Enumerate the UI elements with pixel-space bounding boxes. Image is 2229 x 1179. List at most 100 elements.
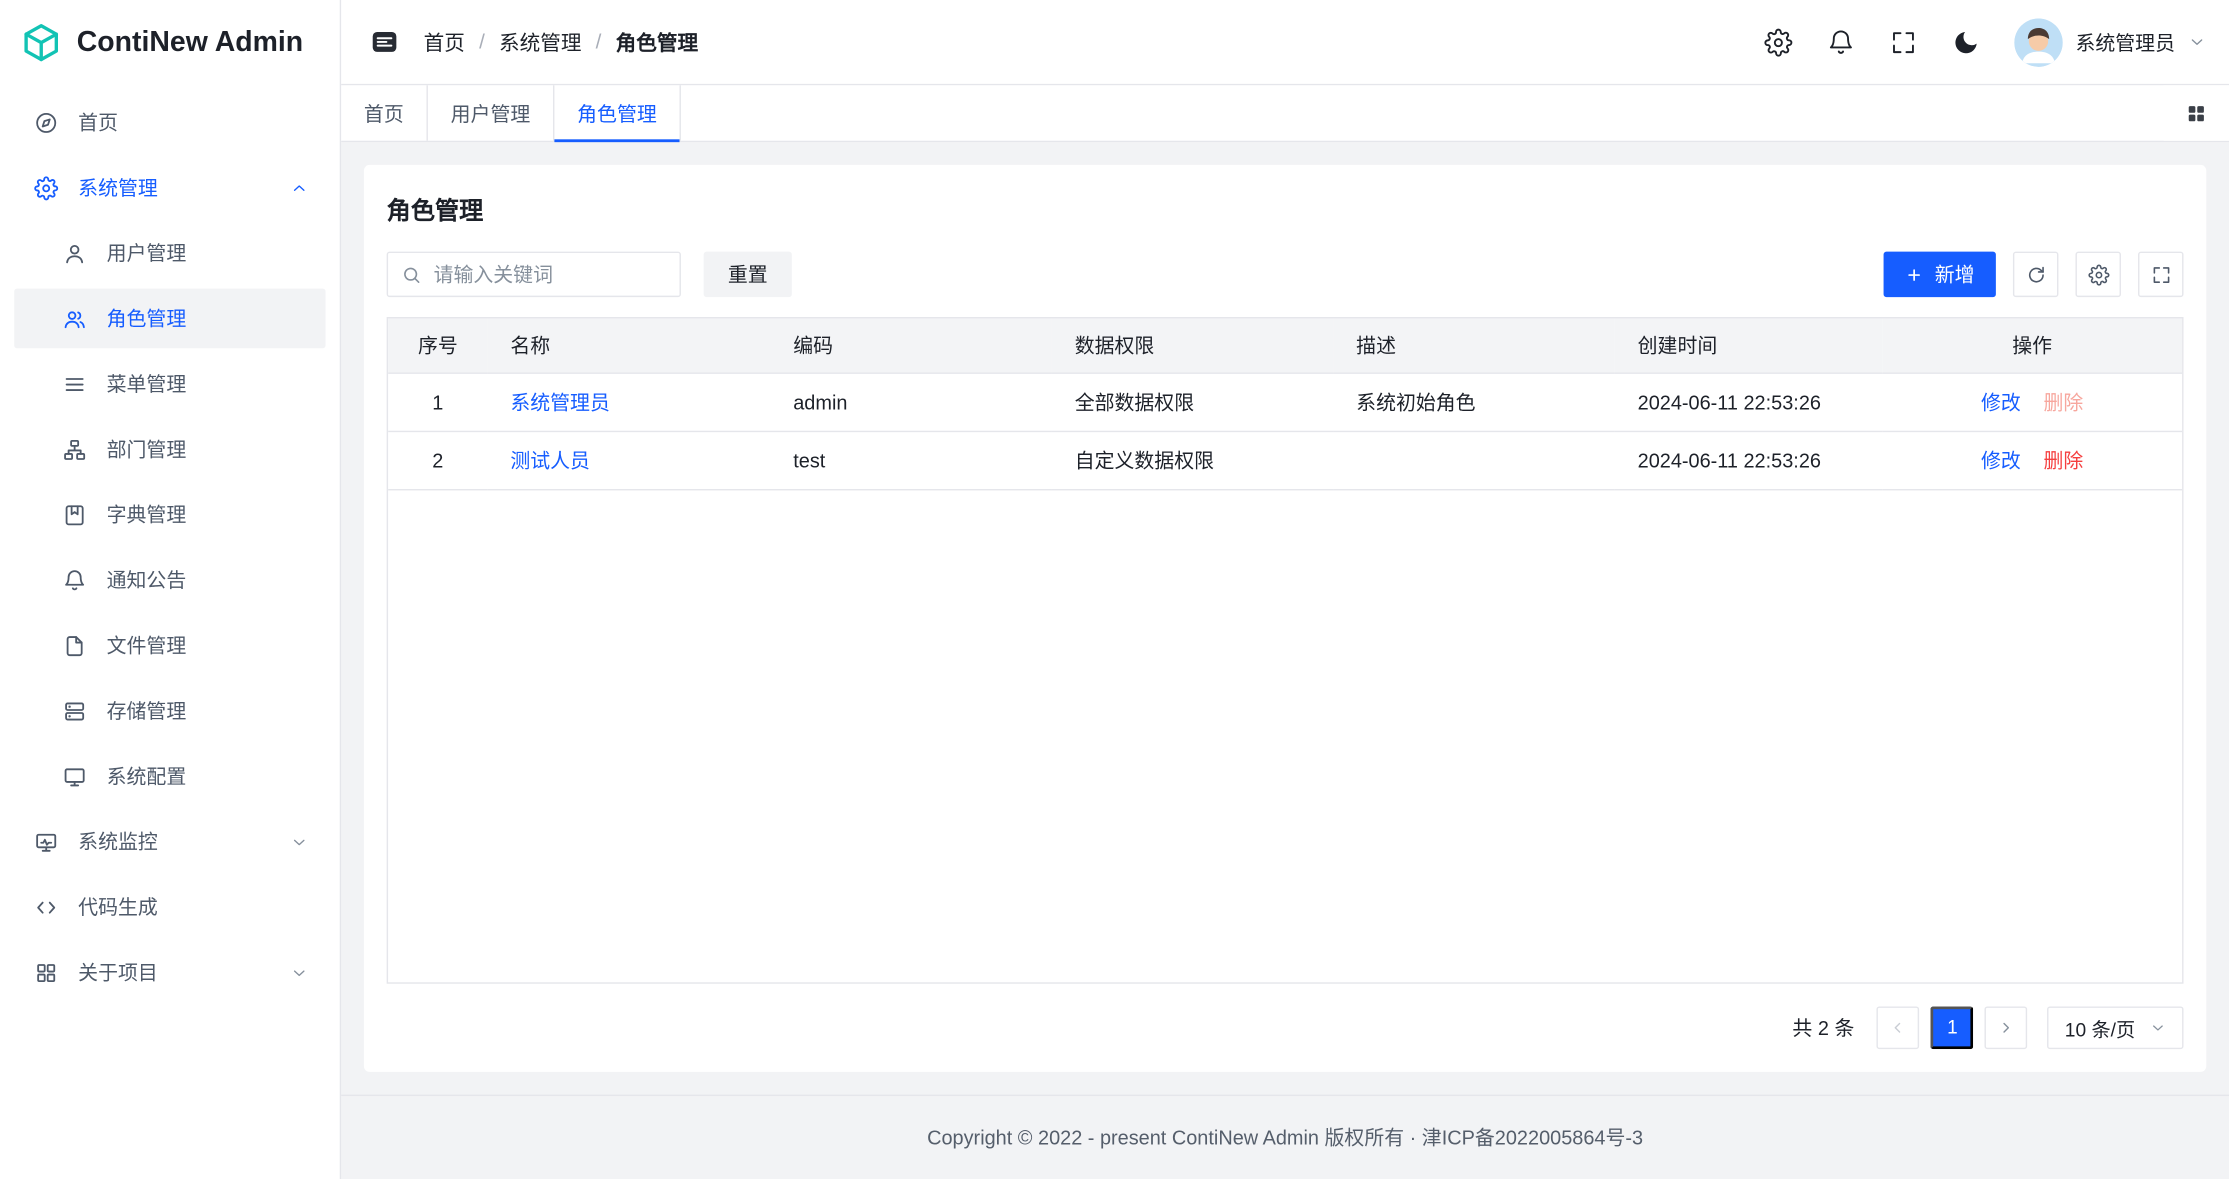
dashboard-icon bbox=[34, 110, 58, 134]
role-name-link[interactable]: 系统管理员 bbox=[510, 390, 610, 413]
users-icon bbox=[63, 306, 87, 330]
cell-created: 2024-06-11 22:53:26 bbox=[1615, 431, 1882, 489]
sidebar-menu: 首页 系统管理 用户管理 角色管理 菜单管理 部门管理 bbox=[0, 85, 340, 1179]
bell-icon bbox=[63, 568, 87, 592]
moon-icon bbox=[1952, 28, 1980, 56]
sidebar-item-storage-management[interactable]: 存储管理 bbox=[14, 681, 325, 741]
tab-label: 角色管理 bbox=[577, 99, 657, 127]
theme-toggle-button[interactable] bbox=[1952, 28, 1980, 56]
tab-label: 用户管理 bbox=[451, 99, 531, 127]
sidebar-item-notice[interactable]: 通知公告 bbox=[14, 550, 325, 610]
roles-table: 序号 名称 编码 数据权限 描述 创建时间 操作 1 bbox=[387, 317, 2184, 983]
tab-user-management[interactable]: 用户管理 bbox=[428, 85, 555, 140]
table-row: 1 系统管理员 admin 全部数据权限 系统初始角色 2024-06-11 2… bbox=[388, 372, 2182, 430]
column-header-actions: 操作 bbox=[1882, 318, 2182, 372]
sidebar-item-home[interactable]: 首页 bbox=[14, 92, 325, 152]
search-input[interactable] bbox=[387, 252, 681, 297]
pagination-page-1[interactable]: 1 bbox=[1931, 1006, 1974, 1049]
tab-role-management[interactable]: 角色管理 bbox=[554, 85, 681, 140]
sidebar-item-menu-management[interactable]: 菜单管理 bbox=[14, 354, 325, 414]
refresh-button[interactable] bbox=[2013, 252, 2058, 297]
breadcrumb-current: 角色管理 bbox=[616, 27, 698, 57]
cell-desc bbox=[1333, 431, 1614, 489]
fullscreen-button[interactable] bbox=[1889, 28, 1917, 56]
chevron-down-icon bbox=[2149, 1019, 2166, 1036]
sidebar-item-system-monitor[interactable]: 系统监控 bbox=[14, 812, 325, 872]
sidebar-item-file-management[interactable]: 文件管理 bbox=[14, 616, 325, 676]
storage-icon bbox=[63, 699, 87, 723]
sidebar-item-label: 关于项目 bbox=[78, 958, 270, 986]
sidebar-item-about-project[interactable]: 关于项目 bbox=[14, 942, 325, 1002]
chevron-up-icon bbox=[290, 178, 308, 196]
column-header-name: 名称 bbox=[488, 318, 771, 372]
breadcrumb-separator: / bbox=[479, 31, 485, 54]
tab-actions-button[interactable] bbox=[2164, 85, 2229, 140]
user-name: 系统管理员 bbox=[2075, 28, 2175, 56]
role-name-link[interactable]: 测试人员 bbox=[510, 449, 590, 472]
sidebar-item-dept-management[interactable]: 部门管理 bbox=[14, 419, 325, 479]
table-row: 2 测试人员 test 自定义数据权限 2024-06-11 22:53:26 … bbox=[388, 431, 2182, 489]
pagination-prev-button[interactable] bbox=[1877, 1006, 1920, 1049]
logo[interactable]: ContiNew Admin bbox=[0, 0, 340, 85]
notifications-button[interactable] bbox=[1827, 28, 1855, 56]
grid-fill-icon bbox=[2185, 102, 2208, 125]
column-header-scope: 数据权限 bbox=[1052, 318, 1333, 372]
menu-fold-icon bbox=[369, 27, 399, 57]
menu-lines-icon bbox=[63, 372, 87, 396]
refresh-icon bbox=[2025, 264, 2046, 285]
fullscreen-icon bbox=[2150, 264, 2171, 285]
table-settings-button[interactable] bbox=[2075, 252, 2120, 297]
tab-label: 首页 bbox=[364, 99, 404, 127]
cell-index: 2 bbox=[388, 431, 488, 489]
edit-link[interactable]: 修改 bbox=[1981, 449, 2021, 472]
reset-button[interactable]: 重置 bbox=[704, 252, 792, 297]
sidebar-item-label: 通知公告 bbox=[107, 566, 309, 594]
code-icon bbox=[34, 895, 58, 919]
book-icon bbox=[63, 503, 87, 527]
pagination-total: 共 2 条 bbox=[1792, 1013, 1854, 1041]
sidebar-item-dict-management[interactable]: 字典管理 bbox=[14, 485, 325, 545]
gear-icon bbox=[34, 176, 58, 200]
page-title: 角色管理 bbox=[387, 190, 2184, 226]
toolbar: 重置 新增 bbox=[387, 252, 2184, 297]
tab-home[interactable]: 首页 bbox=[341, 85, 428, 140]
table-fullscreen-button[interactable] bbox=[2138, 252, 2183, 297]
header: 首页 / 系统管理 / 角色管理 bbox=[341, 0, 2229, 85]
file-icon bbox=[63, 633, 87, 657]
chevron-left-icon bbox=[1890, 1019, 1907, 1036]
delete-link[interactable]: 删除 bbox=[2043, 390, 2083, 413]
role-management-card: 角色管理 重置 新增 bbox=[364, 165, 2206, 1071]
sidebar-item-system-management[interactable]: 系统管理 bbox=[14, 158, 325, 218]
edit-link[interactable]: 修改 bbox=[1981, 390, 2021, 413]
sidebar-item-label: 文件管理 bbox=[107, 631, 309, 659]
sidebar-item-label: 角色管理 bbox=[107, 304, 309, 332]
tab-bar: 首页 用户管理 角色管理 bbox=[341, 85, 2229, 142]
add-button[interactable]: 新增 bbox=[1884, 252, 1996, 297]
column-header-code: 编码 bbox=[770, 318, 1051, 372]
sidebar-item-system-config[interactable]: 系统配置 bbox=[14, 746, 325, 806]
content: 角色管理 重置 新增 bbox=[341, 142, 2229, 1094]
page-size-select[interactable]: 10 条/页 bbox=[2048, 1006, 2184, 1049]
sidebar-item-label: 系统监控 bbox=[78, 827, 270, 855]
sidebar-item-label: 首页 bbox=[78, 108, 308, 136]
pagination: 共 2 条 1 10 条/页 bbox=[387, 1006, 2184, 1049]
breadcrumb-home[interactable]: 首页 bbox=[424, 27, 465, 57]
org-tree-icon bbox=[63, 437, 87, 461]
sidebar-item-label: 存储管理 bbox=[107, 697, 309, 725]
delete-link[interactable]: 删除 bbox=[2043, 449, 2083, 472]
table-header-row: 序号 名称 编码 数据权限 描述 创建时间 操作 bbox=[388, 318, 2182, 372]
sidebar-item-role-management[interactable]: 角色管理 bbox=[14, 289, 325, 349]
sidebar-item-user-management[interactable]: 用户管理 bbox=[14, 223, 325, 283]
footer: Copyright © 2022 - present ContiNew Admi… bbox=[341, 1094, 2229, 1179]
column-header-created: 创建时间 bbox=[1615, 318, 1882, 372]
sidebar-item-label: 菜单管理 bbox=[107, 370, 309, 398]
pagination-next-button[interactable] bbox=[1985, 1006, 2028, 1049]
sidebar-item-label: 部门管理 bbox=[107, 435, 309, 463]
sidebar-collapse-button[interactable] bbox=[364, 22, 404, 62]
user-icon bbox=[63, 241, 87, 265]
user-menu[interactable]: 系统管理员 bbox=[2014, 18, 2206, 66]
cell-scope: 全部数据权限 bbox=[1052, 372, 1333, 430]
breadcrumb-system-management[interactable]: 系统管理 bbox=[499, 27, 581, 57]
sidebar-item-code-generation[interactable]: 代码生成 bbox=[14, 877, 325, 937]
settings-button[interactable] bbox=[1764, 28, 1792, 56]
